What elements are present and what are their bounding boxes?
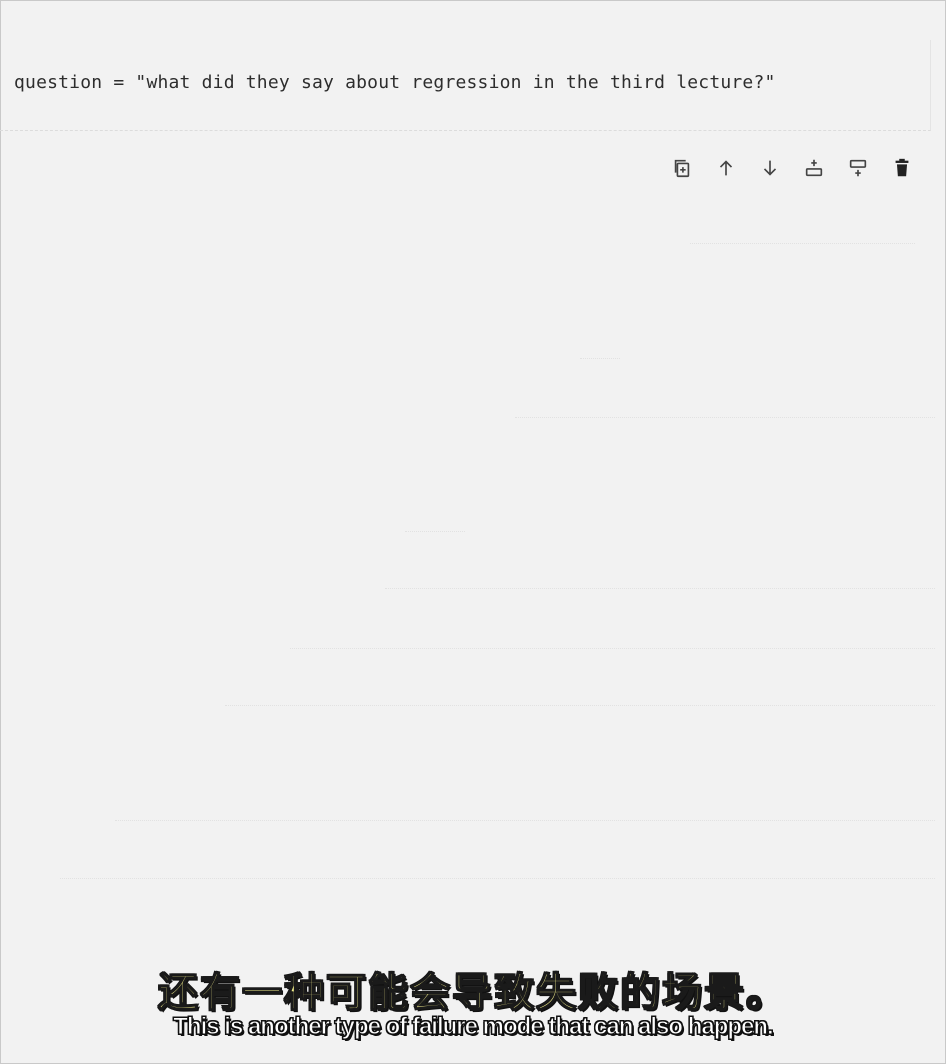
code-cell[interactable]: question = "what did they say about regr… (0, 40, 931, 131)
duplicate-cell-button[interactable] (664, 154, 700, 182)
move-up-button[interactable] (708, 154, 744, 182)
faint-line (405, 531, 465, 532)
arrow-up-icon (719, 160, 733, 176)
trash-icon (895, 158, 909, 177)
faint-line (385, 588, 935, 589)
subtitle-english: This is another type of failure mode tha… (173, 1013, 774, 1041)
insert-below-icon (849, 159, 867, 177)
insert-cell-above-button[interactable] (796, 154, 832, 182)
insert-above-icon (805, 159, 823, 177)
faint-line (515, 417, 935, 418)
insert-cell-below-button[interactable] (840, 154, 876, 182)
faint-line (580, 358, 620, 359)
subtitle-chinese: 还有一种可能会导致失败的场景。 (157, 969, 788, 1017)
delete-cell-button[interactable] (884, 154, 920, 182)
cell-toolbar (664, 154, 920, 182)
move-down-button[interactable] (752, 154, 788, 182)
code-line[interactable]: question = "what did they say about regr… (14, 72, 776, 93)
faint-line (690, 243, 915, 244)
copy-icon (674, 159, 690, 178)
faint-line (60, 878, 935, 879)
faint-line (115, 820, 935, 821)
faint-line (290, 648, 935, 649)
arrow-down-icon (763, 160, 777, 176)
faint-line (225, 705, 935, 706)
